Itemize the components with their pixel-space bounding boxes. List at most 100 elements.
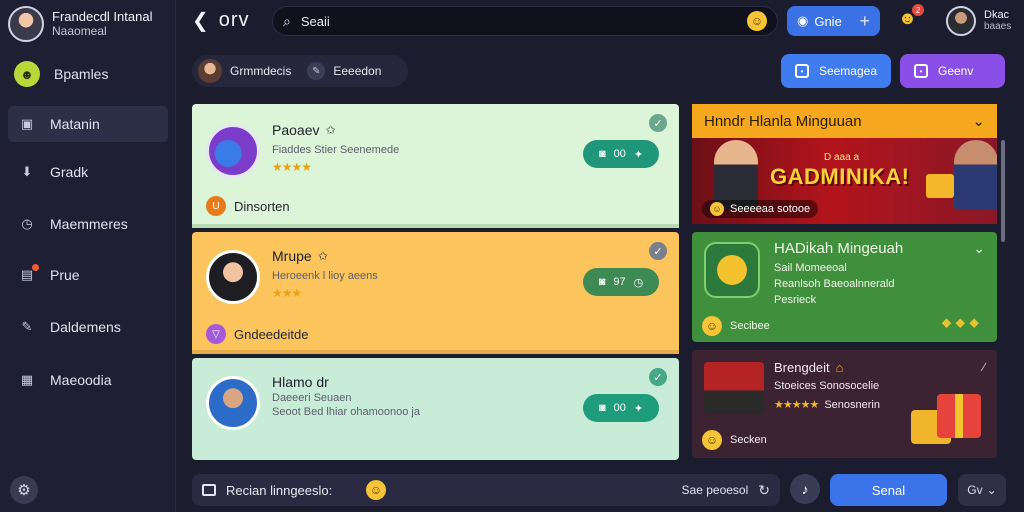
item-rating: ★★★ — [272, 286, 302, 300]
settings-icon[interactable]: ⚙ — [10, 476, 38, 504]
panel-header[interactable]: Hnndr Hlanla Minguuan ⌄ — [692, 104, 997, 138]
item-pill-button[interactable]: ◙ 00 ✦ — [583, 140, 659, 168]
primary-action-button[interactable]: • Seemagea — [781, 54, 891, 88]
sidebar-item-prue[interactable]: ▤ Prue — [8, 257, 168, 293]
promo-card[interactable]: Brengdeit ⌂ ∕ Stoeices Sonosocelie ★★★★★… — [692, 350, 997, 458]
chip-label: Grmmdecis — [230, 64, 292, 78]
top-user[interactable]: Dkac baaes — [946, 6, 1011, 36]
chat-icon: ◙ — [598, 148, 606, 160]
top-user-names: Dkac baaes — [984, 9, 1011, 33]
profile-header[interactable]: Frandecdl Intanal Naaomeal — [8, 4, 173, 44]
item-subtitle: Heroeenk l lioy aeens — [272, 270, 378, 282]
list-item[interactable]: Mrupe ✩ Heroeenk l lioy aeens ★★★ ✓ ◙ 97… — [192, 232, 679, 354]
card-footer: ☺ Secibee — [702, 316, 770, 336]
sidebar-item-maemmeres[interactable]: ◷ Maemmeres — [8, 206, 168, 242]
clock-icon: ◷ — [21, 216, 33, 231]
notifications-icon[interactable]: ☻ 2 — [898, 4, 924, 29]
chevron-down-icon[interactable]: ⌄ — [973, 240, 985, 257]
card-line: Pesrieck — [774, 294, 817, 306]
item-pill-button[interactable]: ◙ 97 ◷ — [583, 268, 659, 296]
gift-icon — [926, 174, 954, 198]
chat-icon: ◙ — [598, 276, 606, 288]
list-item[interactable]: Paoaev ✩ Fiaddes Stier Seenemede ★★★★ ✓ … — [192, 104, 679, 228]
more-button[interactable]: Gv ⌄ — [958, 474, 1006, 506]
chat-icon: ◙ — [598, 402, 606, 414]
check-icon[interactable]: ✓ — [649, 368, 667, 386]
sidebar-item-bpamles[interactable]: ☻ Bpamles — [8, 56, 168, 92]
star-icon: ✩ — [325, 123, 336, 137]
card-thumbnail — [704, 242, 760, 298]
item-pill-value: 00 — [613, 402, 626, 414]
sidebar-item-daldemens[interactable]: ✎ Daldemens — [8, 309, 168, 345]
tag-icon: ✎ — [307, 62, 326, 80]
item-title-row: Paoaev ✩ — [272, 122, 336, 138]
search-input[interactable] — [300, 13, 737, 29]
chevron-down-icon: ⌄ — [986, 483, 997, 497]
secondary-action-button[interactable]: • Geenv — [900, 54, 1005, 88]
card-title: Brengdeit — [774, 360, 830, 375]
filter-chips: Grmmdecis ✎ Eeeedon — [192, 55, 408, 87]
gift-box-large — [937, 394, 981, 438]
list-item[interactable]: Hlamo dr Daeeeri Seuaen Seoot Bed lhiar … — [192, 358, 679, 460]
item-footer-label: Gndeedeitde — [234, 326, 309, 342]
edit-icon[interactable]: ∕ — [983, 360, 985, 374]
sidebar-item-label: Maeoodia — [50, 372, 112, 388]
sidebar-item-label: Gradk — [50, 164, 89, 180]
profile-name: Frandecdl Intanal — [52, 9, 153, 24]
item-subtitle: Daeeeri Seuaen — [272, 392, 352, 404]
emoji-icon[interactable]: ☺ — [747, 11, 767, 31]
sidebar-item-gradk[interactable]: ⬇ Gradk — [8, 154, 168, 190]
chip-user[interactable]: Grmmdecis — [198, 59, 297, 83]
app-logo[interactable]: orv — [219, 9, 250, 32]
send-button[interactable]: Senal — [830, 474, 947, 506]
item-thumbnail — [206, 124, 260, 178]
edit-icon: ✎ — [21, 319, 33, 334]
check-icon[interactable]: ✓ — [649, 114, 667, 132]
refresh-icon[interactable]: ↻ — [758, 482, 770, 499]
card-rating: ★★★★★ Senosnerin — [774, 398, 880, 412]
chip-label: Eeeedon — [333, 64, 382, 78]
secondary-action-label: Geenv — [938, 64, 974, 78]
sidebar: Frandecdl Intanal Naaomeal ☻ Bpamles ▣ M… — [0, 0, 176, 512]
item-rating: ★★★★ — [272, 160, 312, 174]
item-footer-label: Dinsorten — [234, 198, 290, 214]
emoji-icon[interactable]: ☺ — [366, 480, 386, 500]
sparkle-icon: ✦ — [633, 402, 644, 415]
back-arrow-icon[interactable]: ❮ — [192, 8, 209, 33]
sidebar-item-matanin[interactable]: ▣ Matanin — [8, 106, 168, 142]
gift-icon — [909, 380, 987, 450]
search-icon: ⌕ — [283, 12, 291, 29]
message-composer[interactable]: ☺ Sae peoesol ↻ — [192, 474, 780, 506]
sidebar-item-label: Daldemens — [50, 319, 121, 335]
bell-icon: ▤ — [18, 264, 39, 284]
badge-icon: ▽ — [206, 324, 226, 344]
item-pill-button[interactable]: ◙ 00 ✦ — [583, 394, 659, 422]
item-footer: ▽ Gndeedeitde — [206, 324, 308, 344]
check-icon[interactable]: ✓ — [649, 242, 667, 260]
star-icon: ✩ — [317, 249, 328, 263]
promo-banner[interactable]: D aaa a GADMINIKA! ☺ Seeeeaa sotooe — [692, 138, 997, 224]
sidebar-item-maeoodia[interactable]: ▦ Maeoodia — [8, 362, 168, 398]
voice-button[interactable]: ♪ — [790, 474, 820, 504]
banner-caption: ☺ Seeeeaa sotooe — [702, 200, 819, 218]
avatar[interactable] — [8, 6, 44, 42]
item-footer: U Dinsorten — [206, 196, 290, 216]
item-subtitle-2: Seoot Bed lhiar ohamoonoo ja — [272, 406, 420, 418]
item-title-row: Hlamo dr — [272, 374, 329, 390]
scrollbar[interactable] — [1001, 140, 1005, 242]
promo-card[interactable]: HADikah Mingeuah ⌄ Sail Momeeoal Reanlso… — [692, 232, 997, 342]
chevron-down-icon[interactable]: ⌄ — [972, 112, 985, 130]
item-pill-value: 97 — [613, 276, 626, 288]
avatar[interactable] — [946, 6, 976, 36]
green-badge-icon: ☻ — [14, 61, 40, 87]
new-button-main: ◉ Gnie — [797, 13, 842, 29]
message-input[interactable] — [226, 482, 356, 498]
emoji-icon: ☺ — [702, 430, 722, 450]
folder-icon: ▣ — [20, 116, 34, 131]
camera-icon: ▦ — [20, 372, 34, 387]
card-footer-label: Secibee — [730, 320, 770, 332]
new-button[interactable]: ◉ Gnie + — [787, 6, 880, 36]
chip-tag[interactable]: ✎ Eeeedon — [307, 62, 387, 80]
search-bar[interactable]: ⌕ ☺ — [272, 6, 778, 36]
top-user-sub: baaes — [984, 21, 1012, 32]
